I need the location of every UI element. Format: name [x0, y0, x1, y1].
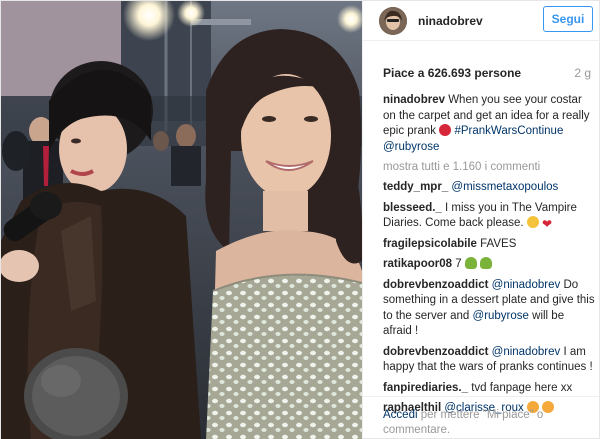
comment-mention[interactable]: @rubyrose [473, 310, 529, 322]
comment-text: FAVES [480, 237, 517, 250]
comment-mention[interactable]: @ninadobrev [492, 279, 561, 291]
comment-text: tvd fanpage here xx [471, 381, 573, 394]
side-panel: ninadobrev Segui Piace a 626.693 persone… [362, 1, 600, 439]
red-heart-icon: ❤ [542, 217, 553, 231]
post-header: ninadobrev Segui [363, 1, 600, 41]
post-photo[interactable] [1, 1, 362, 439]
comments-list: ninadobrev When you see your costar on t… [383, 93, 595, 422]
login-prompt: Accedi per mettere "Mi piace" o commenta… [363, 396, 600, 439]
tree-icon [480, 257, 493, 269]
comment-mention[interactable]: @ninadobrev [492, 346, 561, 358]
instagram-post: ninadobrev Segui Piace a 626.693 persone… [0, 0, 600, 439]
smiling-face-with-horns-icon [439, 124, 452, 136]
post-timestamp[interactable]: 2 g [574, 66, 591, 80]
caption-hashtag[interactable]: #PrankWarsContinue [454, 125, 563, 137]
avatar[interactable] [379, 7, 407, 35]
red-carpet-photo [1, 1, 362, 439]
comment-username[interactable]: dobrevbenzoaddict [383, 346, 488, 358]
comment-username[interactable]: dobrevbenzoaddict [383, 279, 488, 291]
comment-username[interactable]: fragilepsicolabile [383, 238, 477, 250]
comment-username[interactable]: ratikapoor08 [383, 258, 452, 270]
caption-username[interactable]: ninadobrev [383, 94, 445, 106]
comment-item: dobrevbenzoaddict @ninadobrev I am happy… [383, 345, 595, 376]
comment-username[interactable]: fanpirediaries._ [383, 382, 468, 394]
comment-username[interactable]: blesseed._ [383, 202, 442, 214]
profile-picture-icon [379, 7, 407, 35]
likes-count[interactable]: Piace a 626.693 persone [383, 66, 521, 80]
tree-icon [464, 257, 477, 269]
comment-mention[interactable]: @missmetaxopoulos [451, 181, 558, 193]
comment-item: teddy_mpr_ @missmetaxopoulos [383, 180, 595, 196]
comment-item: ratikapoor08 7 [383, 257, 595, 273]
comment-item: blesseed._ I miss you in The Vampire Dia… [383, 201, 595, 232]
caption: ninadobrev When you see your costar on t… [383, 93, 595, 155]
login-link[interactable]: Accedi [383, 409, 418, 421]
header-username[interactable]: ninadobrev [418, 14, 483, 28]
comment-item: fanpirediaries._ tvd fanpage here xx [383, 381, 595, 397]
disappointed-face-icon [526, 216, 539, 228]
follow-button[interactable]: Segui [543, 6, 593, 32]
show-all-comments-link[interactable]: mostra tutti e 1.160 i commenti [383, 160, 595, 174]
comment-item: dobrevbenzoaddict @ninadobrev Do somethi… [383, 278, 595, 340]
comment-item: fragilepsicolabile FAVES [383, 237, 595, 253]
comment-username[interactable]: teddy_mpr_ [383, 181, 448, 193]
caption-mention[interactable]: @rubyrose [383, 141, 439, 153]
comment-text: 7 [455, 258, 462, 270]
